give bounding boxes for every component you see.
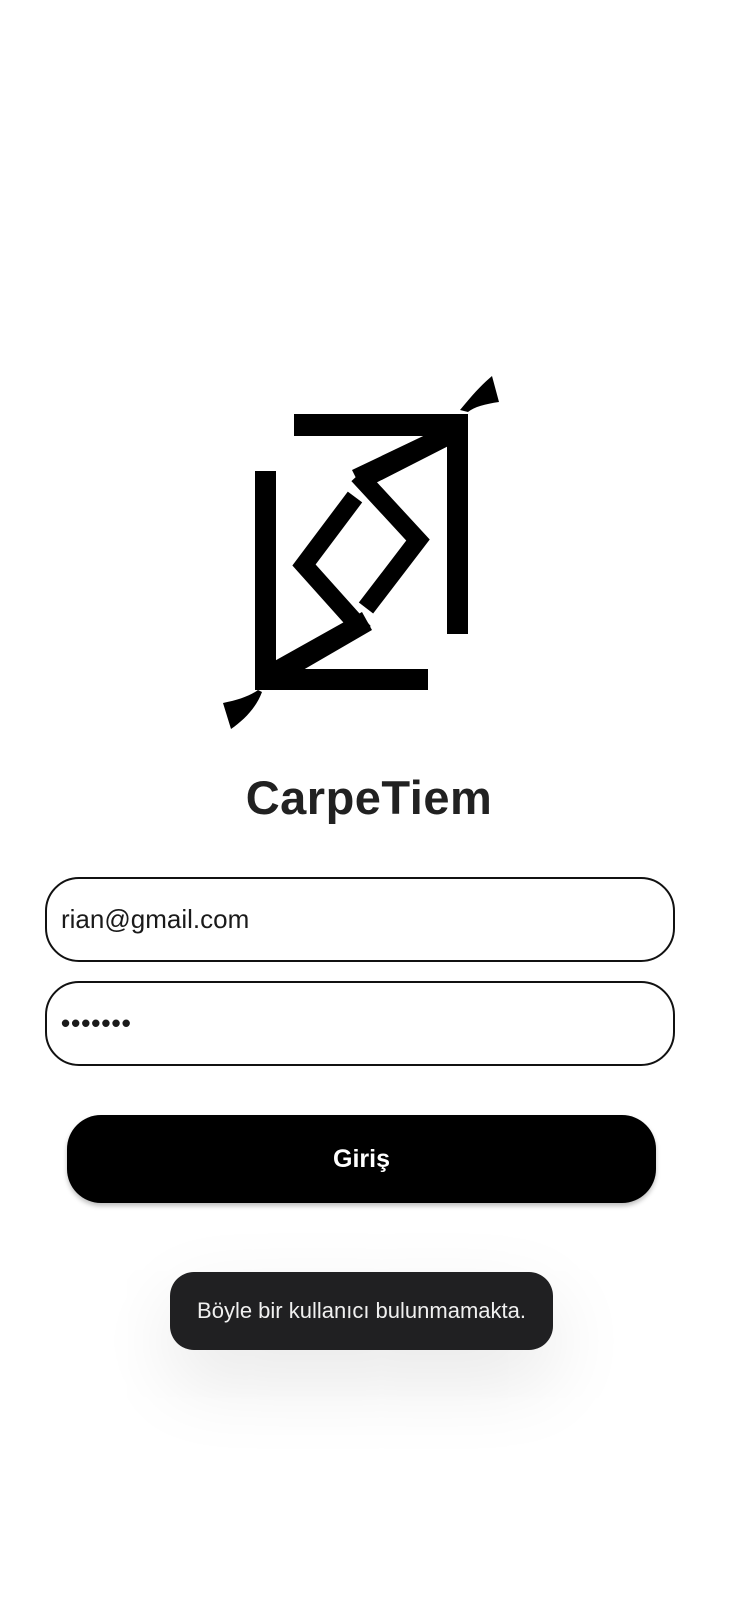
email-input[interactable] bbox=[61, 904, 673, 935]
error-toast: Böyle bir kullanıcı bulunmamakta. bbox=[170, 1272, 553, 1350]
logo-zigzag-left bbox=[292, 491, 371, 639]
password-input[interactable] bbox=[61, 1008, 673, 1039]
logo-flourish-top bbox=[460, 376, 499, 412]
login-button[interactable]: Giriş bbox=[67, 1115, 656, 1203]
toast-message: Böyle bir kullanıcı bulunmamakta. bbox=[197, 1298, 526, 1323]
logo-left-bar bbox=[255, 471, 276, 690]
password-field[interactable] bbox=[45, 981, 675, 1066]
logo-right-bar bbox=[447, 414, 468, 634]
logo-zigzag-right bbox=[351, 468, 430, 614]
carpetiem-logo bbox=[223, 376, 499, 729]
email-field[interactable] bbox=[45, 877, 675, 962]
app-title: CarpeTiem bbox=[245, 771, 493, 824]
logo-flourish-bottom bbox=[223, 690, 262, 729]
